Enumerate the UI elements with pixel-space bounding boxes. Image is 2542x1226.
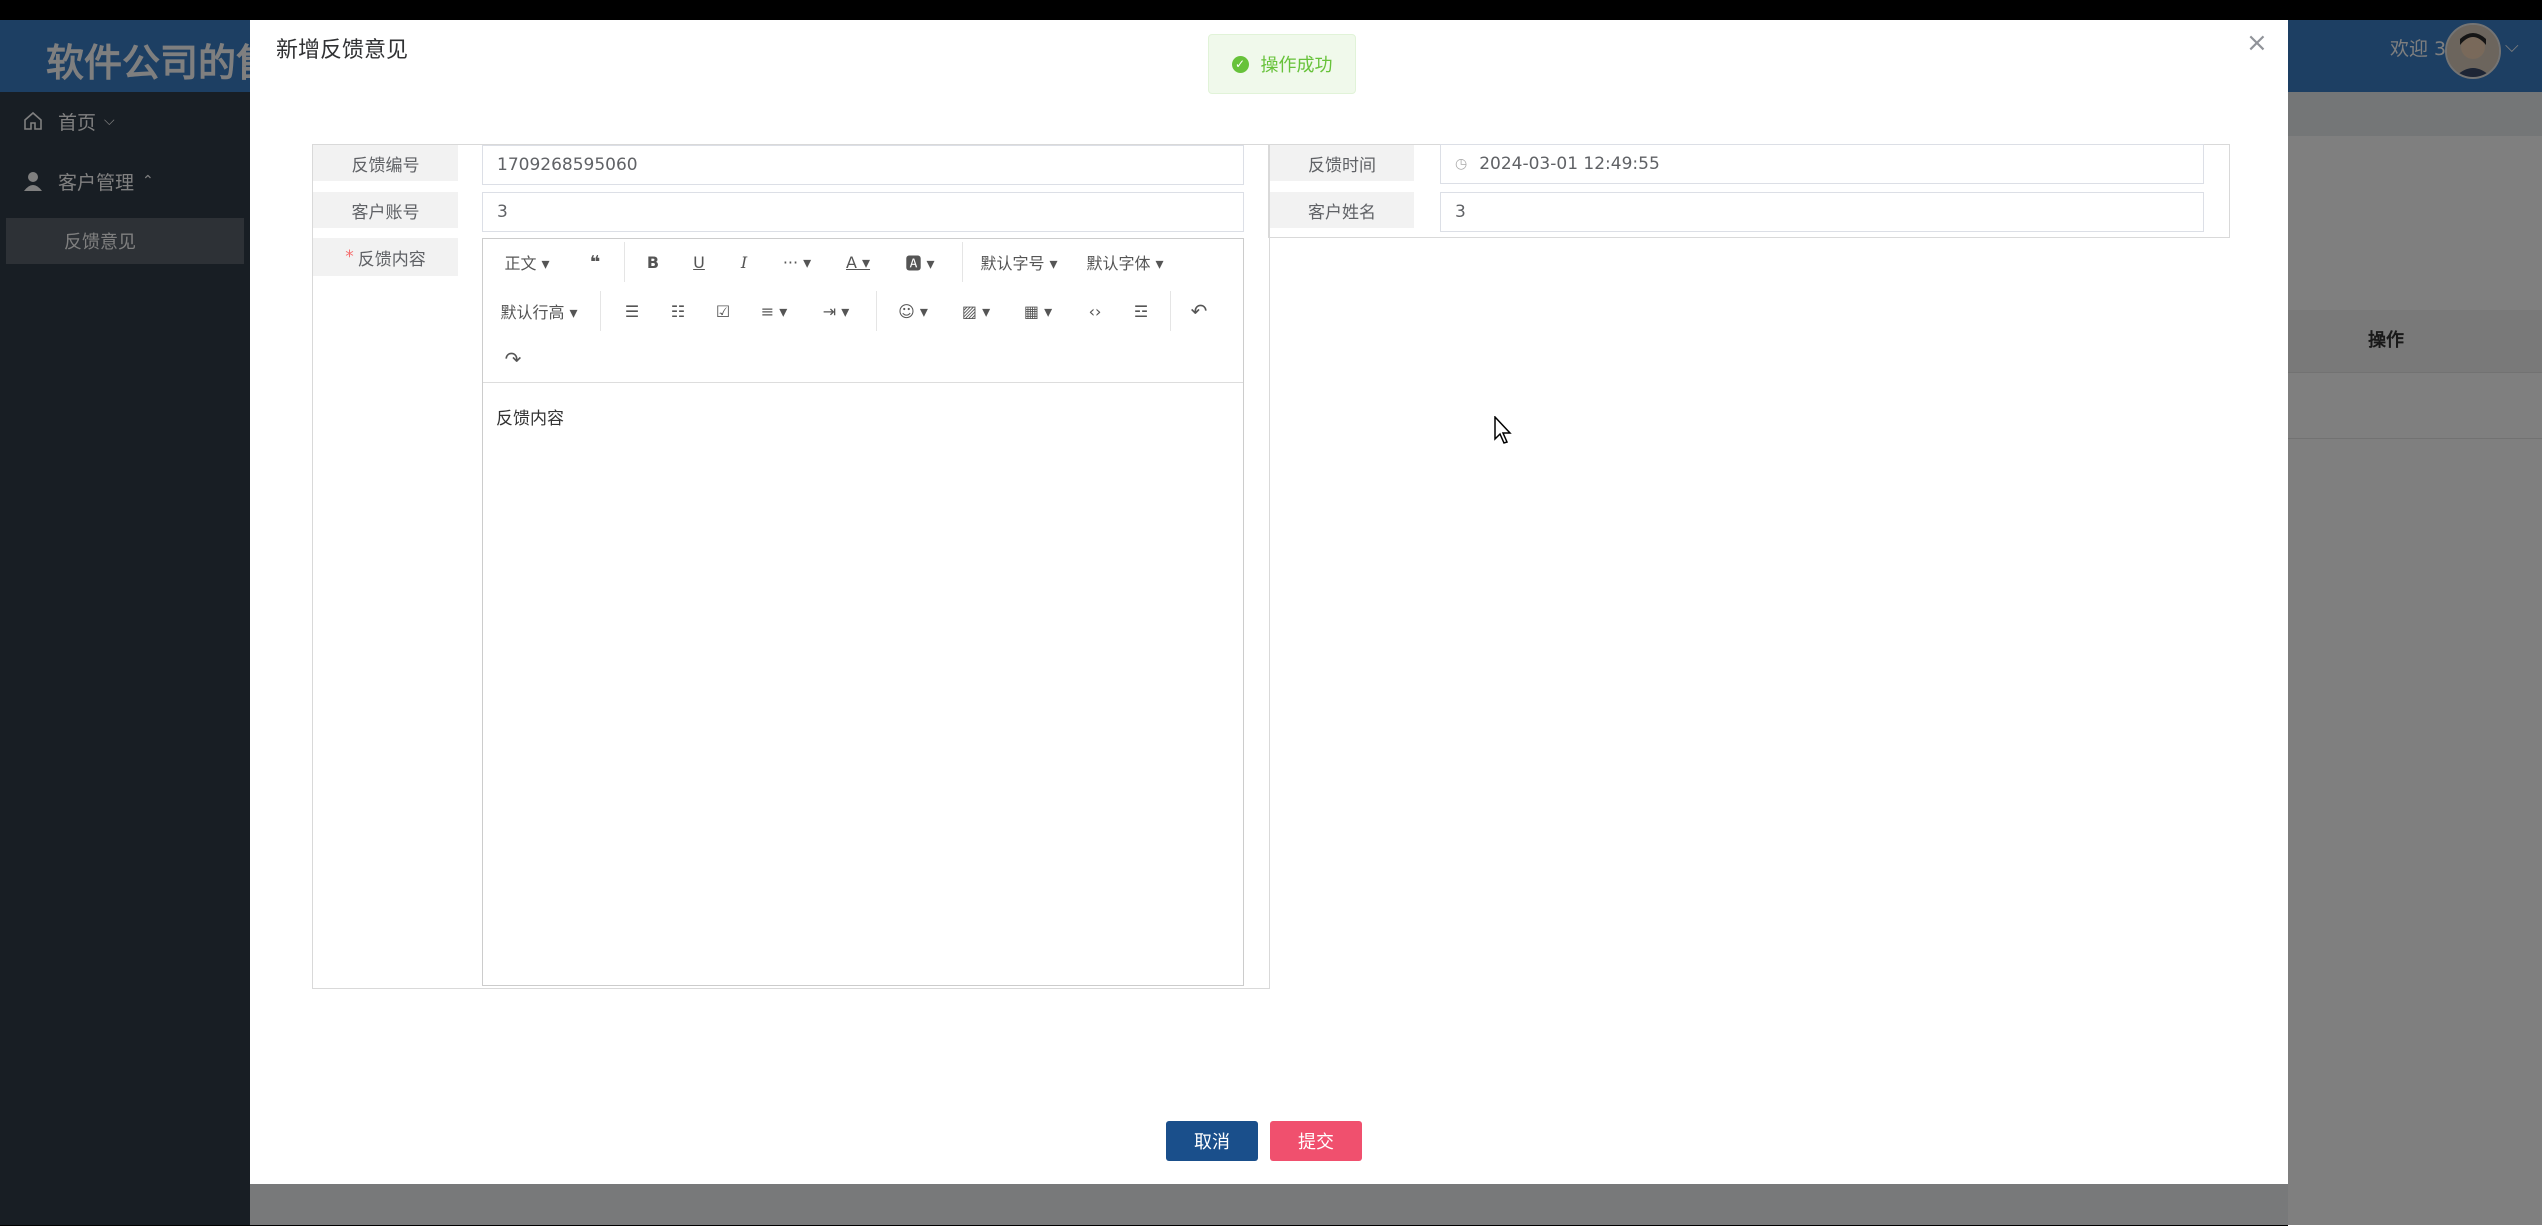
- customer-name-label: 客户姓名: [1270, 192, 1414, 228]
- toolbar-separator: [876, 291, 877, 331]
- clock-icon: ◷: [1455, 156, 1468, 172]
- toolbar-separator: [600, 291, 601, 331]
- toolbar-divider: [483, 382, 1243, 383]
- font-color-icon[interactable]: A ▾: [838, 247, 878, 277]
- underline-icon[interactable]: U: [684, 247, 714, 277]
- more-icon[interactable]: ··· ▾: [774, 247, 820, 277]
- toolbar-separator: [962, 242, 963, 282]
- toolbar-separator: [624, 242, 625, 282]
- todo-icon[interactable]: ☑: [708, 296, 738, 326]
- check-circle-icon: ✓: [1231, 55, 1249, 73]
- bg-color-icon[interactable]: 🅰 ▾: [900, 247, 940, 277]
- quote-icon[interactable]: ❝: [580, 247, 610, 277]
- toast-message: 操作成功: [1260, 55, 1333, 76]
- customer-account-label: 客户账号: [313, 192, 458, 228]
- feedback-time-value: 2024-03-01 12:49:55: [1479, 154, 1660, 174]
- numbered-list-icon[interactable]: ☷: [663, 296, 693, 326]
- bullet-list-icon[interactable]: ☰: [617, 296, 647, 326]
- mouse-cursor-icon: [1494, 415, 1514, 450]
- customer-name-input[interactable]: 3: [1440, 192, 2204, 232]
- editor-content[interactable]: 反馈内容: [496, 404, 1216, 429]
- bold-icon[interactable]: B: [638, 247, 668, 277]
- indent-icon[interactable]: ⇥ ▾: [816, 296, 856, 326]
- align-icon[interactable]: ≡ ▾: [754, 296, 794, 326]
- customer-account-input[interactable]: 3: [482, 192, 1244, 232]
- close-icon[interactable]: ×: [2246, 30, 2268, 56]
- feedback-no-label: 反馈编号: [313, 145, 458, 181]
- success-toast: ✓ 操作成功: [1208, 34, 1356, 94]
- divider-icon[interactable]: ☲: [1126, 296, 1156, 326]
- toolbar-separator: [1170, 291, 1171, 331]
- feedback-time-picker[interactable]: ◷ 2024-03-01 12:49:55: [1440, 144, 2204, 184]
- table-icon[interactable]: ▦ ▾: [1018, 296, 1058, 326]
- font-family-dropdown[interactable]: 默认字体 ▾: [1084, 247, 1166, 277]
- required-mark: *: [345, 247, 354, 267]
- feedback-no-input[interactable]: 1709268595060: [482, 145, 1244, 185]
- undo-icon[interactable]: ↶: [1184, 296, 1214, 326]
- content-label-text: 反馈内容: [357, 249, 426, 270]
- code-icon[interactable]: ‹›: [1080, 296, 1110, 326]
- dialog-title: 新增反馈意见: [276, 38, 409, 63]
- image-icon[interactable]: ▨ ▾: [956, 296, 996, 326]
- redo-icon[interactable]: ↷: [498, 344, 528, 374]
- content-label: * 反馈内容: [313, 238, 458, 276]
- emoji-icon[interactable]: ☺ ▾: [893, 296, 933, 326]
- cancel-button[interactable]: 取消: [1166, 1121, 1258, 1161]
- submit-button[interactable]: 提交: [1270, 1121, 1362, 1161]
- feedback-time-label: 反馈时间: [1270, 145, 1414, 181]
- heading-dropdown[interactable]: 正文 ▾: [498, 247, 556, 277]
- font-size-dropdown[interactable]: 默认字号 ▾: [978, 247, 1060, 277]
- italic-icon[interactable]: I: [729, 247, 759, 277]
- rich-text-editor: [482, 238, 1244, 986]
- line-height-dropdown[interactable]: 默认行高 ▾: [498, 296, 580, 326]
